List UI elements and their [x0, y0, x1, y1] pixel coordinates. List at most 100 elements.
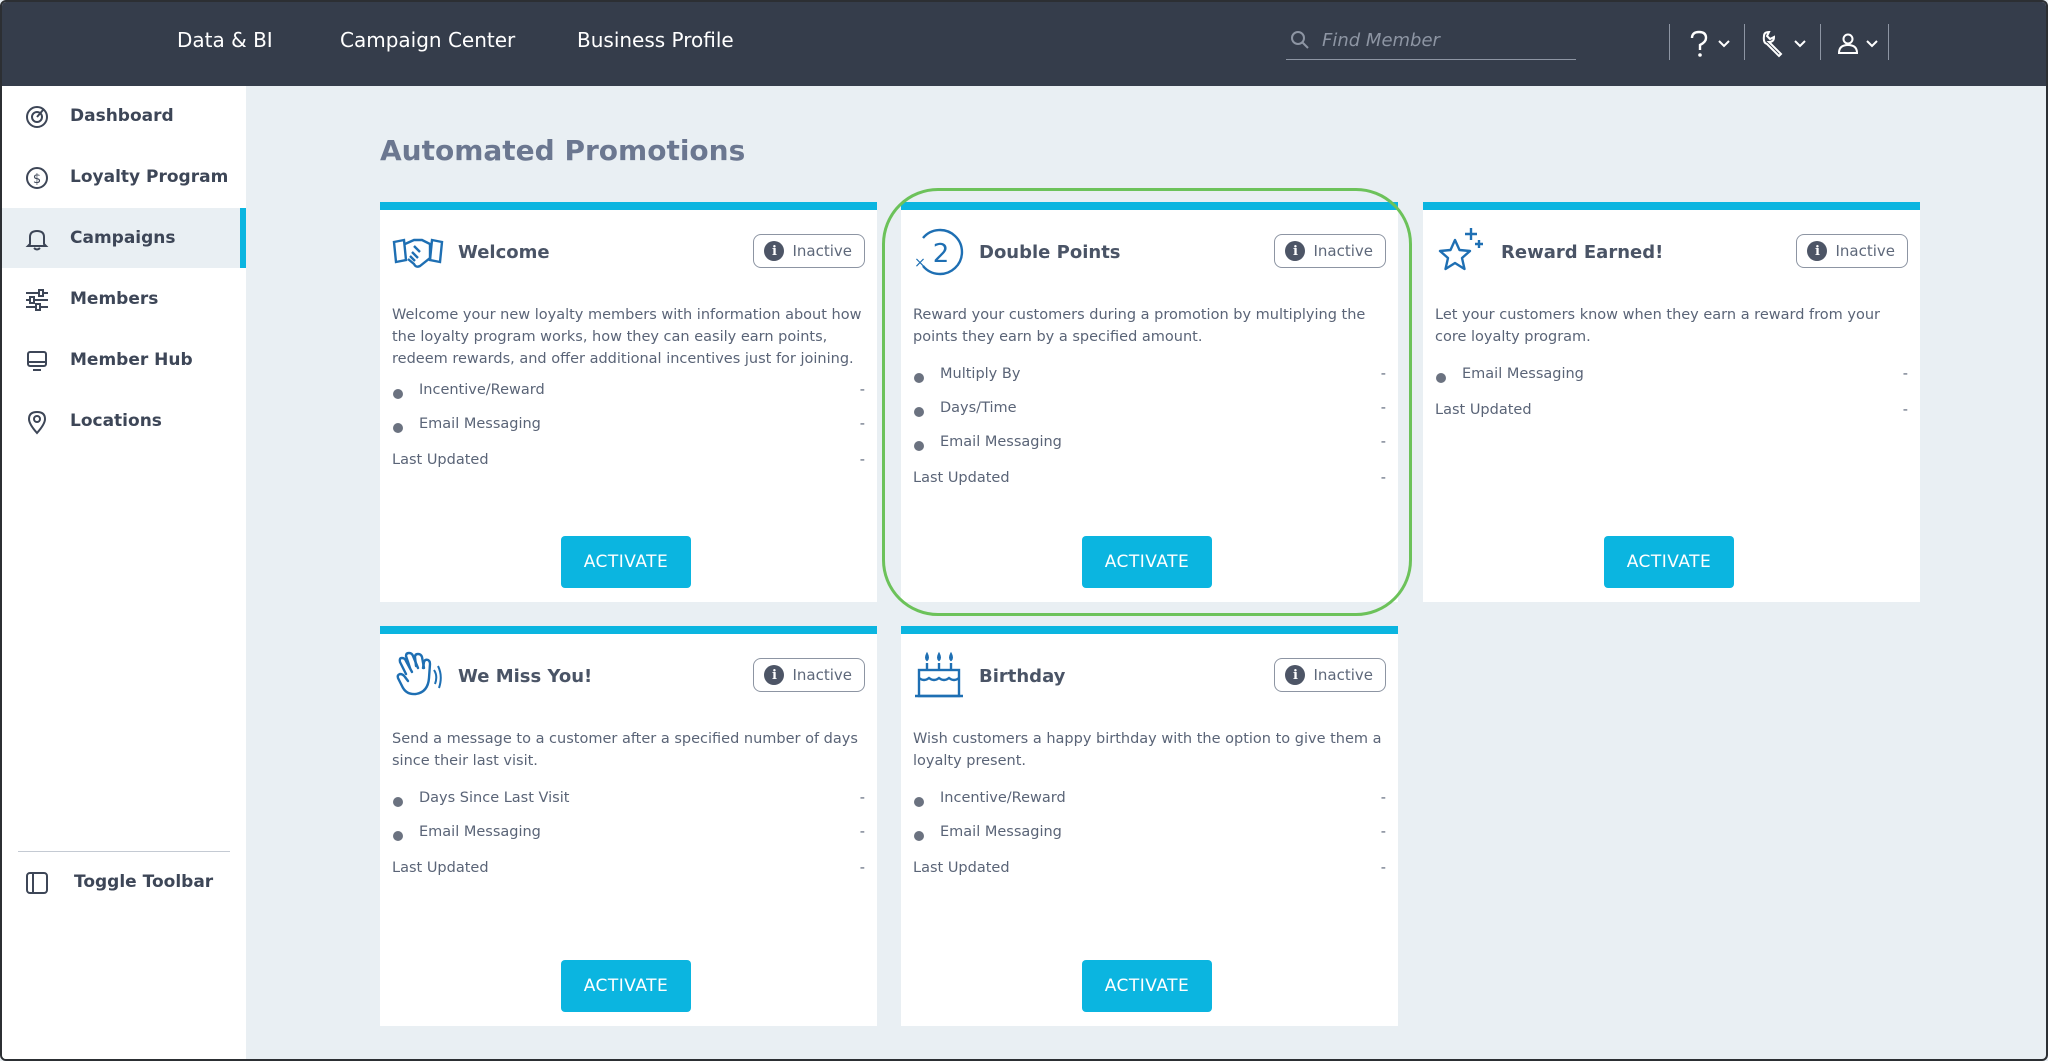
bullet-icon: [393, 831, 403, 841]
search-icon: [1291, 31, 1309, 49]
card-field-row: Email Messaging -: [392, 416, 865, 438]
last-updated-label: Last Updated: [1435, 402, 1532, 418]
activate-button[interactable]: ACTIVATE: [1082, 960, 1212, 1012]
nav-business-profile[interactable]: Business Profile: [577, 28, 734, 52]
field-label: Email Messaging: [940, 434, 1062, 450]
info-icon: i: [1807, 241, 1828, 261]
last-updated-row: Last Updated -: [1435, 402, 1908, 424]
field-label: Days Since Last Visit: [419, 790, 570, 806]
status-text: Inactive: [1313, 242, 1373, 260]
info-icon: i: [764, 241, 785, 261]
sliders-icon: [26, 289, 48, 311]
sidebar-item-dashboard[interactable]: Dashboard: [2, 86, 246, 146]
bullet-icon: [1436, 373, 1446, 383]
sidebar-item-locations[interactable]: Locations: [2, 391, 246, 451]
sidebar-item-label: Members: [70, 289, 159, 309]
nav-campaign-center[interactable]: Campaign Center: [340, 28, 515, 52]
info-icon: i: [1285, 665, 1306, 685]
sidebar-item-label: Dashboard: [70, 106, 174, 126]
status-badge[interactable]: i Inactive: [1796, 234, 1908, 268]
account-menu-button[interactable]: [1836, 28, 1878, 60]
card-title: Reward Earned!: [1501, 242, 1664, 263]
status-badge[interactable]: i Inactive: [753, 658, 865, 692]
chevron-down-icon: [1718, 40, 1730, 48]
sidebar-item-label: Campaigns: [70, 228, 176, 248]
last-updated-value: -: [1380, 860, 1386, 876]
card-field-row: Incentive/Reward -: [392, 382, 865, 404]
tools-menu-button[interactable]: [1760, 28, 1806, 60]
field-label: Multiply By: [940, 366, 1021, 382]
page-title: Automated Promotions: [380, 134, 746, 167]
status-badge[interactable]: i Inactive: [1274, 658, 1386, 692]
activate-button[interactable]: ACTIVATE: [1604, 536, 1734, 588]
field-value: -: [1380, 790, 1386, 806]
field-value: -: [1380, 366, 1386, 382]
find-member-search: [1286, 24, 1576, 60]
card-description: Reward your customers during a promotion…: [913, 307, 1366, 345]
field-label: Incentive/Reward: [940, 790, 1066, 806]
search-input[interactable]: [1322, 26, 1572, 54]
help-menu-button[interactable]: [1686, 28, 1730, 60]
birthday-cake-icon: [915, 651, 963, 698]
activate-button[interactable]: ACTIVATE: [1082, 536, 1212, 588]
activate-button[interactable]: ACTIVATE: [561, 536, 691, 588]
info-icon: i: [1285, 241, 1306, 261]
field-label: Email Messaging: [1462, 366, 1584, 382]
star-plus-icon: [1438, 228, 1483, 271]
sidebar-item-loyalty-program[interactable]: $ Loyalty Program: [2, 147, 246, 207]
card-description: Let your customers know when they earn a…: [1435, 307, 1880, 345]
last-updated-row: Last Updated -: [913, 860, 1386, 882]
bullet-icon: [914, 407, 924, 417]
nav-divider: [1820, 24, 1821, 60]
sidebar-item-label: Locations: [70, 411, 162, 431]
last-updated-label: Last Updated: [913, 860, 1010, 876]
bell-icon: [25, 229, 49, 251]
activate-button[interactable]: ACTIVATE: [561, 960, 691, 1012]
status-badge[interactable]: i Inactive: [1274, 234, 1386, 268]
card-field-row: Email Messaging -: [913, 434, 1386, 456]
card-field-row: Email Messaging -: [913, 824, 1386, 846]
bullet-icon: [914, 373, 924, 383]
card-title: Double Points: [979, 242, 1121, 263]
bullet-icon: [914, 441, 924, 451]
field-value: -: [859, 790, 865, 806]
handshake-icon: [392, 238, 444, 268]
sidebar-item-members[interactable]: Members: [2, 269, 246, 329]
sidebar-panel-icon: [26, 872, 48, 894]
card-description: Wish customers a happy birthday with the…: [913, 731, 1382, 769]
map-pin-icon: [27, 410, 47, 435]
toggle-toolbar-button[interactable]: Toggle Toolbar: [2, 852, 246, 912]
bullet-icon: [914, 831, 924, 841]
field-value: -: [859, 382, 865, 398]
field-label: Incentive/Reward: [419, 382, 545, 398]
sidebar-item-campaigns[interactable]: Campaigns: [2, 208, 246, 268]
status-badge[interactable]: i Inactive: [753, 234, 865, 268]
field-value: -: [1380, 434, 1386, 450]
promo-card-reward-earned: Reward Earned! i Inactive Let your custo…: [1423, 202, 1920, 602]
status-text: Inactive: [1313, 666, 1373, 684]
field-value: -: [859, 824, 865, 840]
dollar-circle-icon: $: [26, 167, 48, 189]
card-title: Welcome: [458, 242, 550, 263]
nav-divider: [1888, 24, 1889, 60]
info-icon: i: [764, 665, 785, 685]
last-updated-value: -: [1902, 402, 1908, 418]
sidebar-item-member-hub[interactable]: Member Hub: [2, 330, 246, 390]
card-description: Send a message to a customer after a spe…: [392, 731, 858, 769]
last-updated-row: Last Updated -: [392, 452, 865, 474]
field-label: Email Messaging: [940, 824, 1062, 840]
top-navbar: Data & BI Campaign Center Business Profi…: [2, 2, 2046, 86]
chevron-down-icon: [1866, 40, 1878, 48]
last-updated-label: Last Updated: [392, 860, 489, 876]
sidebar-item-label: Loyalty Program: [70, 167, 229, 187]
card-title: Birthday: [979, 666, 1066, 687]
nav-data-bi[interactable]: Data & BI: [177, 28, 273, 52]
svg-text:×: ×: [914, 255, 926, 271]
field-label: Email Messaging: [419, 416, 541, 432]
last-updated-row: Last Updated -: [913, 470, 1386, 492]
help-icon: [1690, 30, 1708, 57]
field-value: -: [1380, 824, 1386, 840]
promo-card-double-points: 2 × Double Points i Inactive Reward your…: [901, 202, 1398, 602]
waving-hand-icon: [396, 651, 442, 696]
field-value: -: [1902, 366, 1908, 382]
